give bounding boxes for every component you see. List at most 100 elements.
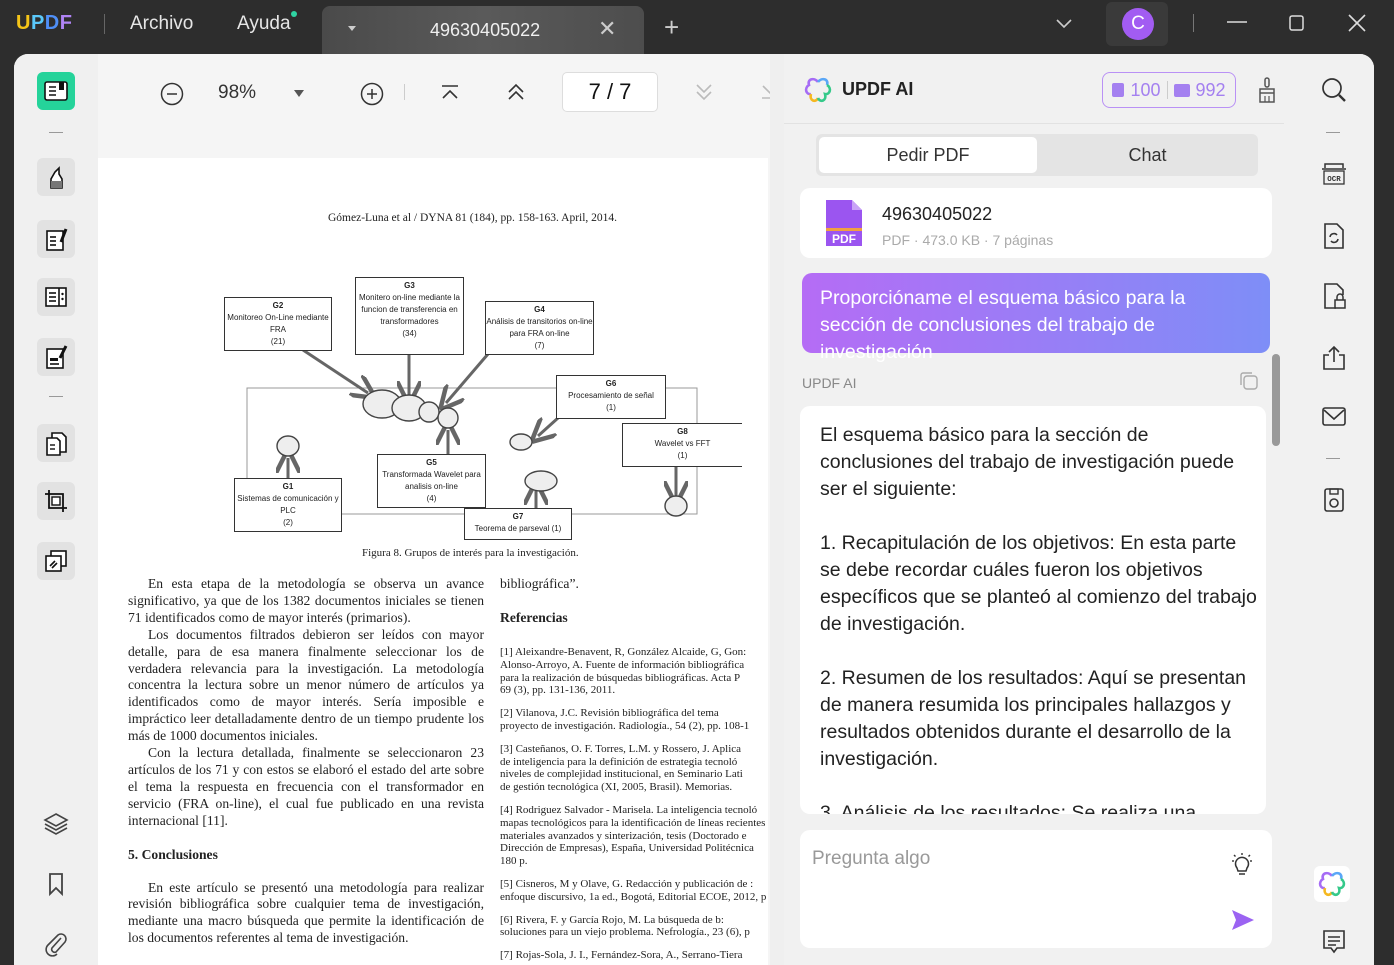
- zoom-in-button[interactable]: [360, 82, 384, 111]
- right-toolbar: OCR: [1284, 54, 1374, 965]
- answer-paragraph: El esquema básico para la sección de con…: [820, 424, 1235, 500]
- reference-line: [4] Rodriguez Salvador - Marisela. La in…: [500, 803, 758, 816]
- avatar: C: [1122, 8, 1154, 40]
- tabs-dropdown-icon[interactable]: [1055, 14, 1073, 35]
- attachment-icon[interactable]: [42, 930, 70, 958]
- file-card[interactable]: PDF 49630405022 PDF · 473.0 KB · 7 págin…: [800, 188, 1272, 258]
- reference-line: 180 p.: [500, 855, 528, 868]
- new-tab-button[interactable]: +: [664, 14, 679, 40]
- reference-item: [3] Casteñanos, O. F. Torres, L.M. y Ros…: [500, 743, 768, 794]
- copy-icon[interactable]: [1238, 370, 1260, 392]
- ai-header: UPDF AI 100 992: [784, 54, 1284, 124]
- zoom-dropdown-icon[interactable]: [294, 90, 304, 97]
- reference-item: [7] Rojas-Sola, J. I., Fernández-Sora, A…: [500, 949, 768, 962]
- user-prompt-bubble: Proporcióname el esquema básico para la …: [802, 273, 1270, 363]
- lightbulb-prompt-icon[interactable]: [1230, 852, 1254, 880]
- question-input[interactable]: [812, 844, 1192, 874]
- bookmark-icon[interactable]: [42, 870, 70, 898]
- edit-document-icon: [46, 228, 68, 251]
- menu-archivo[interactable]: Archivo: [130, 13, 193, 35]
- divider: [1326, 458, 1340, 459]
- close-window-button[interactable]: [1347, 13, 1367, 39]
- divider: [104, 14, 105, 34]
- menu-ayuda[interactable]: Ayuda: [237, 13, 291, 35]
- group-box-g2: G2 Monitoreo On-Line mediante FRA (21): [224, 297, 332, 351]
- file-name: 49630405022: [882, 204, 993, 224]
- tab-close-icon[interactable]: ✕: [598, 16, 616, 42]
- paragraph-fragment: bibliográfica”.: [500, 576, 579, 591]
- comment-icon[interactable]: [1320, 928, 1348, 956]
- clear-chat-brush-icon[interactable]: [1256, 76, 1278, 104]
- layers-stamp-icon: [45, 550, 67, 572]
- updf-ai-icon: [1318, 871, 1346, 897]
- ocr-icon[interactable]: OCR: [1320, 160, 1348, 188]
- file-meta: PDF · 473.0 KB · 7 páginas: [882, 232, 1054, 248]
- tab-dropdown-icon[interactable]: [348, 26, 356, 31]
- protect-icon[interactable]: [1320, 282, 1348, 310]
- divider: [1193, 14, 1194, 32]
- highlight-tool-button[interactable]: [37, 158, 75, 196]
- divider: [404, 84, 405, 100]
- assistant-label: UPDF AI: [802, 375, 857, 391]
- tab-chat[interactable]: Chat: [1040, 137, 1255, 173]
- convert-icon[interactable]: [1320, 222, 1348, 250]
- notification-dot: [291, 11, 297, 17]
- updf-ai-button[interactable]: [1314, 866, 1350, 902]
- tab-pedir-pdf[interactable]: Pedir PDF: [819, 137, 1037, 173]
- mode-tabs: Pedir PDF Chat: [816, 134, 1258, 176]
- maximize-button[interactable]: [1288, 14, 1306, 38]
- organize-pages-button[interactable]: [37, 278, 75, 316]
- search-icon[interactable]: [1320, 76, 1348, 104]
- email-icon[interactable]: [1320, 402, 1348, 430]
- document-credits: 100: [1130, 79, 1161, 100]
- reference-line: para la realización de búsquedas bibliog…: [500, 671, 741, 684]
- save-icon[interactable]: [1320, 486, 1348, 514]
- chat-scrollbar[interactable]: [1272, 354, 1280, 446]
- minimize-button[interactable]: [1226, 8, 1248, 36]
- title-bar: UPDF Archivo Ayuda 49630405022 ✕ + C: [0, 0, 1394, 54]
- fill-sign-button[interactable]: [37, 338, 75, 376]
- references-list: [1] Aleixandre-Benavent, R, González Alc…: [500, 646, 768, 965]
- divider: [1326, 132, 1340, 133]
- credits-badge[interactable]: 100 992: [1102, 72, 1236, 108]
- share-icon[interactable]: [1320, 344, 1348, 372]
- first-page-button[interactable]: [440, 84, 460, 107]
- divider: [1166, 81, 1168, 99]
- document-credits-icon: [1112, 83, 1125, 97]
- watermark-tool-button[interactable]: [37, 542, 75, 580]
- previous-page-button[interactable]: [506, 82, 526, 107]
- reference-line: proyecto de investigación. Radiología., …: [500, 719, 750, 732]
- answer-paragraph: 2. Resumen de los resultados: Aquí se pr…: [820, 667, 1247, 770]
- document-tab[interactable]: 49630405022 ✕: [322, 6, 644, 54]
- paragraph: Los documentos filtrados debieron ser le…: [128, 626, 484, 744]
- reference-line: soluciones para un viejo problema. Nefro…: [500, 926, 750, 939]
- reference-line: de gestión tecnológica (XI, 2005, Brasil…: [500, 781, 733, 794]
- reference-line: Alonso-Arroyo, A. Fuente de información …: [500, 658, 745, 671]
- group-box-g1: G1 Sistemas de comunicación y PLC (2): [234, 478, 342, 532]
- references-heading: Referencias: [500, 609, 568, 625]
- send-icon[interactable]: [1230, 908, 1256, 932]
- next-page-button[interactable]: [694, 82, 714, 107]
- answer-paragraph: 1. Recapitulación de los objetivos: En e…: [820, 532, 1257, 635]
- reference-item: [5] Cisneros, M y Olave, G. Redacción y …: [500, 878, 768, 904]
- divider: [49, 132, 63, 133]
- group-box-g7: G7 Teorema de parseval (1): [464, 508, 572, 540]
- viewer-scrollbar[interactable]: [770, 54, 784, 965]
- ai-answer-bubble: El esquema básico para la sección de con…: [800, 406, 1266, 814]
- page-number-input[interactable]: 7 / 7: [562, 72, 658, 112]
- zoom-out-button[interactable]: [160, 82, 184, 111]
- account-button[interactable]: C: [1106, 2, 1168, 46]
- reader-mode-button[interactable]: [37, 72, 75, 110]
- figure-8: G2 Monitoreo On-Line mediante FRA (21) G3 M…: [98, 158, 768, 578]
- edit-pdf-button[interactable]: [37, 220, 75, 258]
- reference-item: [1] Aleixandre-Benavent, R, González Alc…: [500, 646, 768, 697]
- paragraph: Con la lectura detallada, finalmente se …: [128, 745, 484, 828]
- updf-logo[interactable]: UPDF: [16, 12, 72, 35]
- crop-tool-button[interactable]: [37, 482, 75, 520]
- question-input-box: [800, 830, 1272, 948]
- page-tools-button[interactable]: [37, 424, 75, 462]
- zoom-level[interactable]: 98%: [218, 82, 256, 104]
- section-heading: 5. Conclusiones: [128, 846, 218, 862]
- layers-icon[interactable]: [42, 810, 70, 838]
- right-column-lead: bibliográfica”. Referencias: [500, 576, 768, 627]
